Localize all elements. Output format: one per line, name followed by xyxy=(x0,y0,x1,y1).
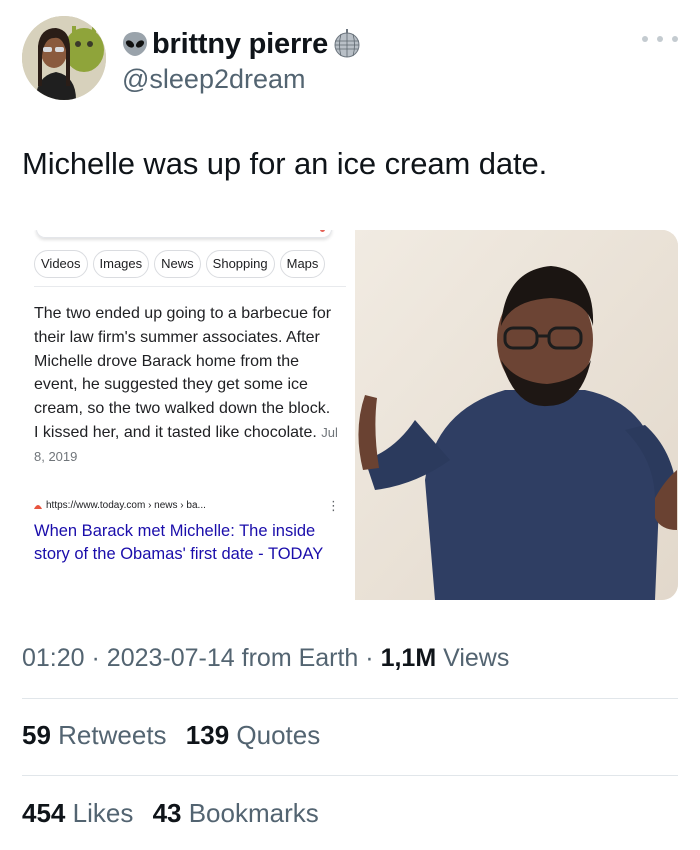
result-title: When Barack met Michelle: The inside sto… xyxy=(34,522,324,563)
tweet-source: from Earth xyxy=(241,644,359,672)
result-snippet: The two ended up going to a barbecue for… xyxy=(34,302,339,469)
chip-images: Images xyxy=(92,250,150,278)
search-bar xyxy=(36,230,332,238)
result-url-text: https://www.today.com › news › ba... xyxy=(46,500,206,511)
divider xyxy=(22,775,678,776)
snippet-text: The two ended up going to a barbecue for… xyxy=(34,305,332,441)
tweet-time[interactable]: 01:20 xyxy=(22,644,85,672)
author-handle[interactable]: @sleep2dream xyxy=(122,64,362,95)
author-name-row[interactable]: brittny pierre xyxy=(122,26,362,62)
retweets-label: Retweets xyxy=(58,720,167,750)
meta-separator: · xyxy=(365,644,381,672)
avatar-image xyxy=(22,16,106,100)
more-options-icon[interactable] xyxy=(642,32,678,46)
retweets-count: 59 xyxy=(22,720,51,750)
tweet-header: brittny pierre @sleep2dream xyxy=(22,16,682,102)
quotes-stat[interactable]: 139 Quotes xyxy=(186,720,320,750)
alien-icon xyxy=(123,32,147,56)
shrugging-man-image xyxy=(355,230,678,600)
likes-count: 454 xyxy=(22,798,66,828)
site-favicon-icon xyxy=(34,504,42,509)
likes-stat[interactable]: 454 Likes xyxy=(22,798,141,828)
bookmarks-label: Bookmarks xyxy=(188,798,319,828)
author-name[interactable]: brittny pierre xyxy=(152,28,328,61)
avatar[interactable] xyxy=(22,16,106,100)
chips-divider xyxy=(34,286,346,287)
chip-shopping: Shopping xyxy=(205,250,275,278)
result-url: https://www.today.com › news › ba... xyxy=(34,500,334,511)
meme-photo-image[interactable] xyxy=(355,230,678,600)
chip-news: News xyxy=(154,250,201,278)
chip-maps: Maps xyxy=(279,250,326,278)
chip-videos: Videos xyxy=(34,250,88,278)
views-label: Views xyxy=(443,644,510,672)
bookmarks-count: 43 xyxy=(152,798,182,828)
retweets-stat[interactable]: 59 Retweets xyxy=(22,720,174,750)
engagement-stats-row-1: 59 Retweets 139 Quotes xyxy=(22,720,332,751)
kebab-menu-icon: ⋮ xyxy=(327,498,340,513)
quotes-count: 139 xyxy=(185,720,230,750)
likes-label: Likes xyxy=(72,798,134,828)
views-count: 1,1M xyxy=(380,644,437,672)
disco-ball-icon xyxy=(334,29,360,58)
tweet-media: Videos Images News Shopping Maps The two… xyxy=(22,230,678,600)
divider xyxy=(22,698,678,699)
quotes-label: Quotes xyxy=(236,720,321,750)
search-chips: Videos Images News Shopping Maps xyxy=(34,250,326,278)
meta-separator: · xyxy=(91,644,107,672)
google-screenshot-image[interactable]: Videos Images News Shopping Maps The two… xyxy=(22,230,348,600)
tweet-text: Michelle was up for an ice cream date. xyxy=(22,146,548,181)
tweet-meta: 01:20 · 2023-07-14 from Earth · 1,1M Vie… xyxy=(22,644,509,673)
bookmarks-stat[interactable]: 43 Bookmarks xyxy=(153,798,319,828)
engagement-stats-row-2: 454 Likes 43 Bookmarks xyxy=(22,798,331,829)
author-block: brittny pierre @sleep2dream xyxy=(122,26,362,95)
tweet-date[interactable]: 2023-07-14 xyxy=(107,644,235,672)
